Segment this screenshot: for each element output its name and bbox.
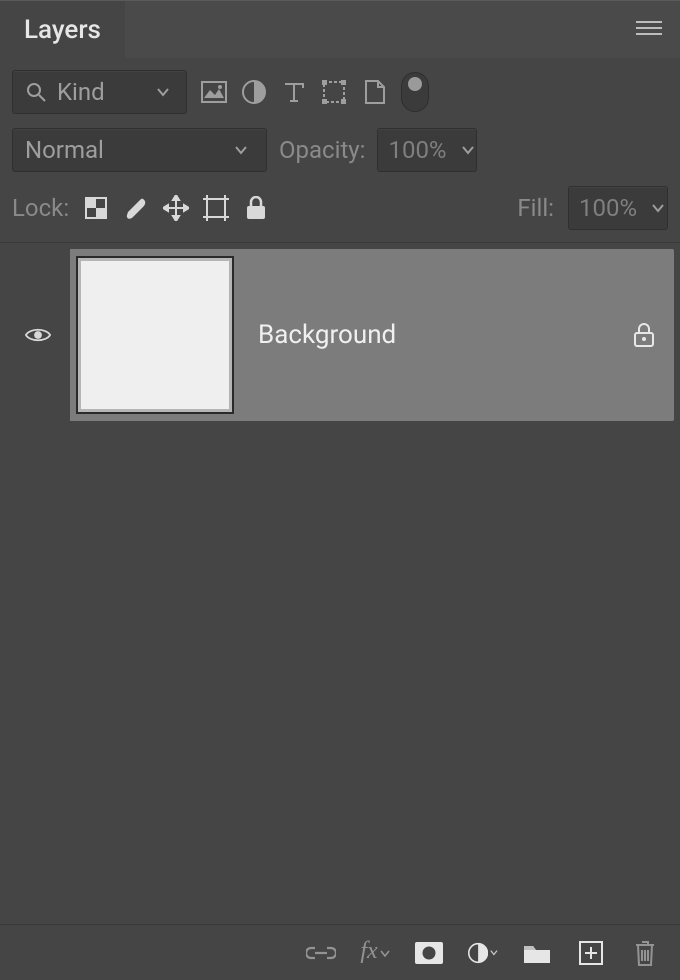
eye-icon (25, 322, 51, 348)
tab-layers-label: Layers (24, 15, 101, 45)
bottom-bar: fx (0, 924, 680, 980)
filter-smartobject-icon[interactable] (361, 79, 387, 105)
chevron-down-icon (150, 79, 176, 105)
new-layer-button[interactable] (576, 938, 606, 968)
filter-shape-icon[interactable] (321, 79, 347, 105)
filter-type-icon[interactable] (281, 79, 307, 105)
layer-name-label[interactable]: Background (240, 320, 614, 350)
lock-icon (631, 322, 657, 348)
filter-kind-dropdown[interactable]: Kind (12, 70, 187, 114)
filter-row: Kind (0, 58, 680, 122)
fill-value: 100% (579, 194, 637, 222)
layer-fx-button[interactable]: fx (360, 938, 390, 968)
layer-mask-button[interactable] (414, 938, 444, 968)
lock-paint-icon[interactable] (123, 195, 149, 221)
layer-list: Background (0, 243, 680, 421)
lock-all-icon[interactable] (243, 195, 269, 221)
filter-kind-label: Kind (57, 78, 105, 106)
panel-header: Layers (0, 0, 680, 58)
lock-position-icon[interactable] (163, 195, 189, 221)
chevron-down-icon (645, 195, 671, 221)
layer-lock-indicator[interactable] (614, 322, 674, 348)
tab-layers[interactable]: Layers (0, 1, 125, 59)
panel-menu-button[interactable] (618, 17, 680, 43)
lock-label: Lock: (12, 194, 69, 222)
blend-mode-label: Normal (25, 136, 104, 164)
new-group-button[interactable] (522, 938, 552, 968)
fill-label[interactable]: Fill: (517, 194, 554, 222)
chevron-down-icon (228, 137, 254, 163)
lock-artboard-icon[interactable] (203, 195, 229, 221)
lock-row: Lock: Fill: 100% (0, 180, 680, 243)
hamburger-icon (636, 17, 662, 43)
filter-adjustment-icon[interactable] (241, 79, 267, 105)
opacity-label[interactable]: Opacity: (279, 136, 365, 164)
opacity-input[interactable]: 100% (377, 128, 477, 172)
fill-input[interactable]: 100% (568, 186, 668, 230)
lock-transparent-icon[interactable] (83, 195, 109, 221)
blend-mode-dropdown[interactable]: Normal (12, 128, 267, 172)
link-layers-button[interactable] (306, 938, 336, 968)
layer-visibility-toggle[interactable] (6, 249, 70, 421)
delete-layer-button[interactable] (630, 938, 660, 968)
filter-toggle[interactable] (401, 72, 429, 112)
chevron-down-icon (455, 137, 481, 163)
filter-pixel-icon[interactable] (201, 79, 227, 105)
blend-row: Normal Opacity: 100% (0, 122, 680, 180)
layer-thumbnail-image (76, 256, 234, 414)
opacity-value: 100% (388, 136, 446, 164)
layer-row[interactable]: Background (6, 249, 674, 421)
search-icon (23, 79, 49, 105)
adjustment-layer-button[interactable] (468, 938, 498, 968)
layer-thumbnail[interactable] (70, 253, 240, 417)
